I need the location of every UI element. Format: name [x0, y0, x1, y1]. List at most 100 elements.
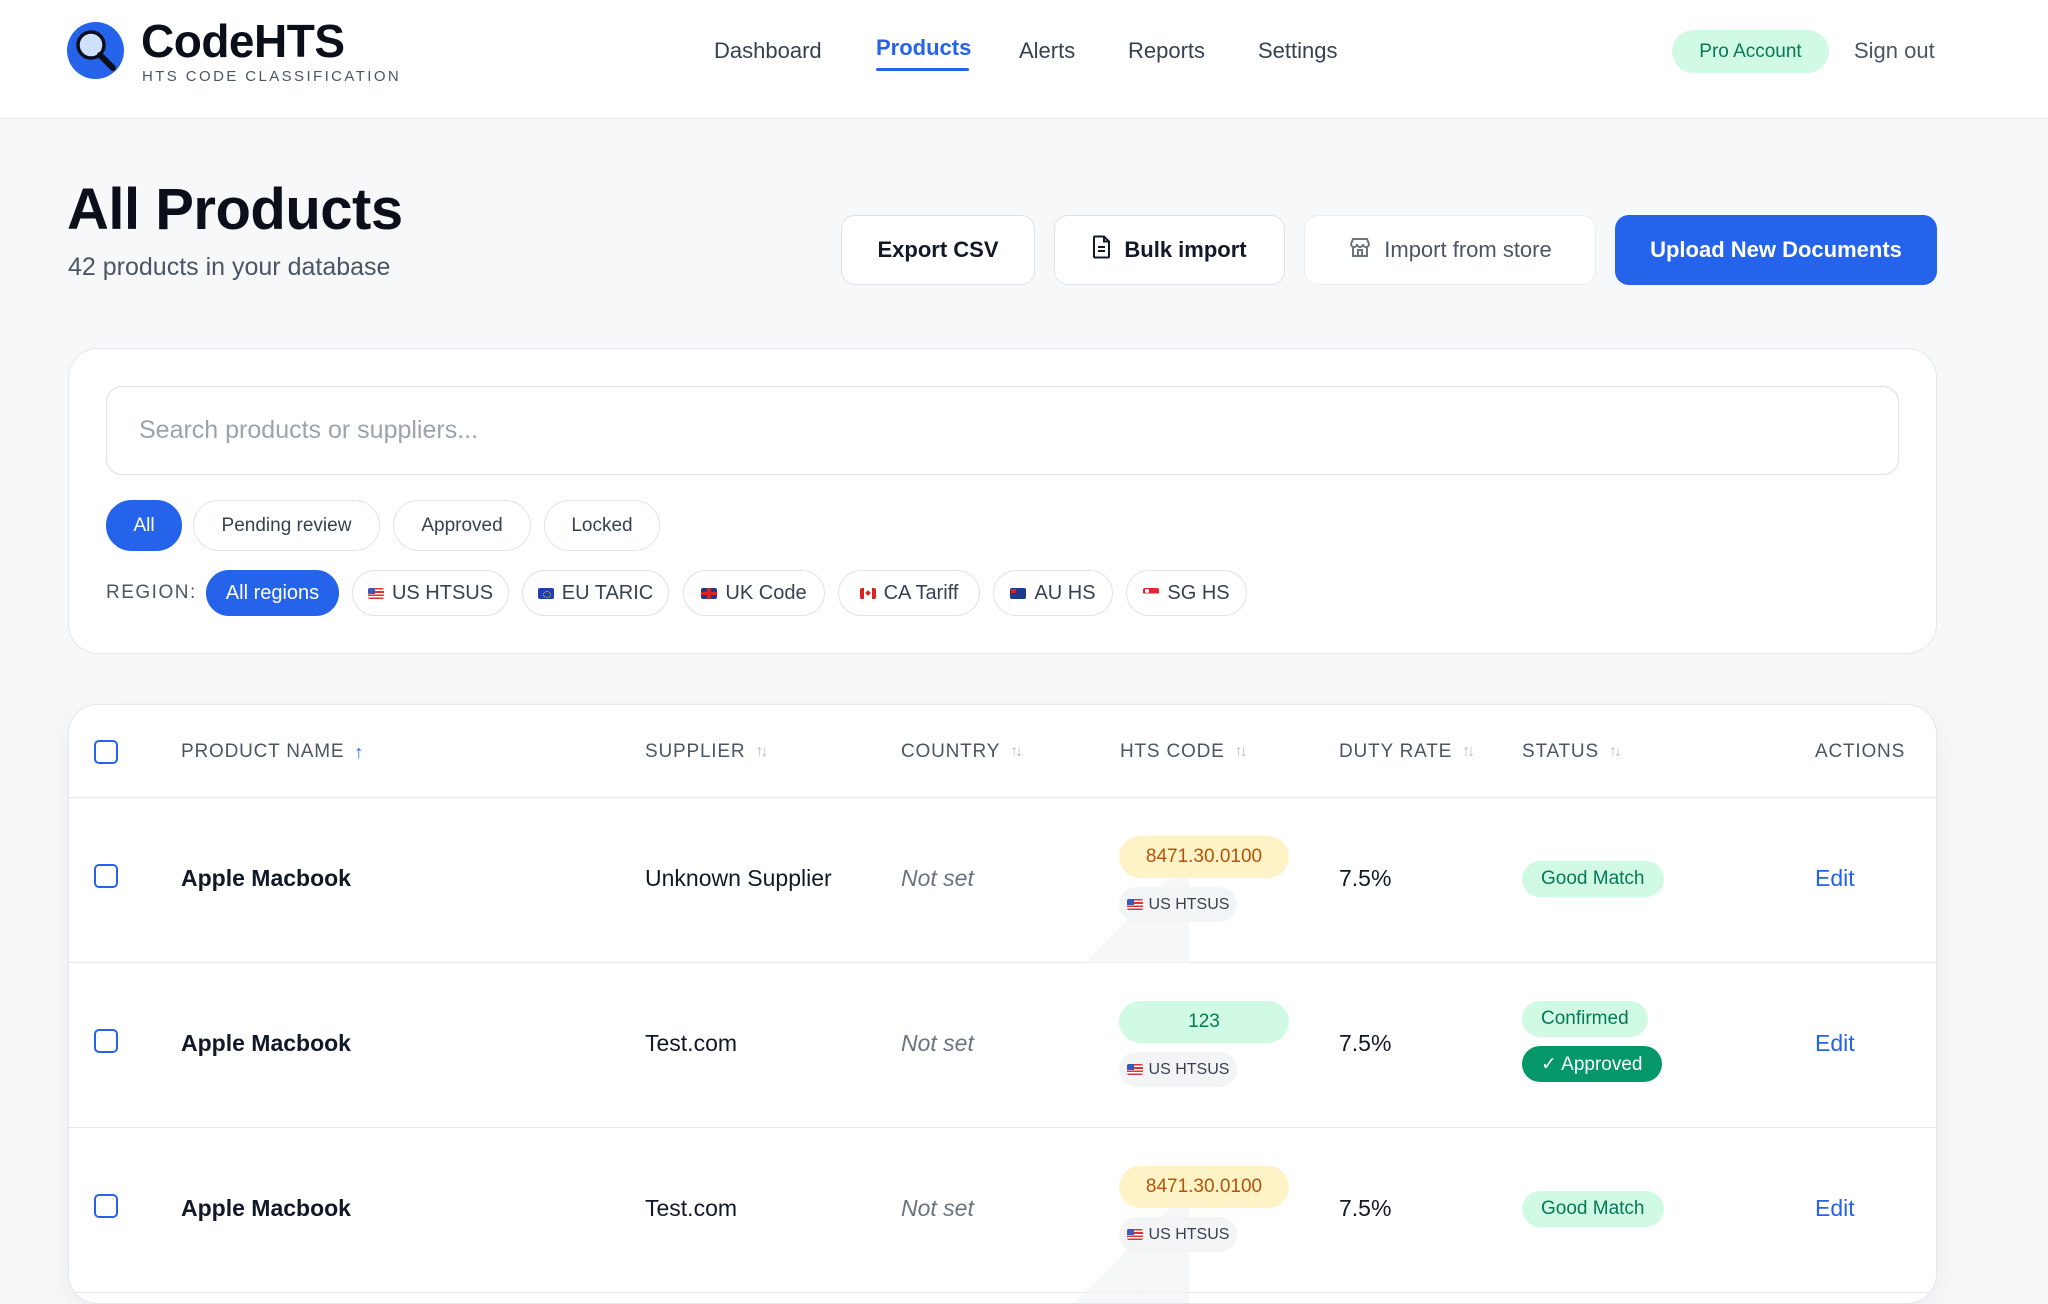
region-chip-label: CA Tariff [883, 581, 959, 604]
region-chip-label: All regions [225, 581, 320, 604]
import-from-store-button[interactable]: Import from store [1304, 215, 1596, 285]
sg-flag-icon [1143, 587, 1160, 599]
edit-link[interactable]: Edit [1815, 1195, 1855, 1222]
sort-icon: ↑↓ [1010, 743, 1023, 760]
column-header-product-name[interactable]: PRODUCT NAME ↑ [181, 741, 363, 763]
region-tag: US HTSUS [1119, 1217, 1237, 1252]
region-chip-uk[interactable]: UK Code [683, 570, 825, 616]
nav-active-indicator [876, 68, 969, 71]
country-value: Not set [901, 865, 974, 891]
column-header-label: STATUS [1522, 741, 1599, 762]
status-badge: Confirmed [1522, 1001, 1648, 1037]
approved-badge: ✓ Approved [1522, 1046, 1662, 1082]
brand-name: CodeHTS [141, 15, 345, 67]
export-csv-button[interactable]: Export CSV [841, 215, 1035, 285]
us-flag-icon [1126, 1064, 1143, 1075]
nav-reports[interactable]: Reports [1128, 38, 1205, 64]
status-badge: Good Match [1522, 1191, 1664, 1227]
brand-tagline: HTS CODE CLASSIFICATION [142, 68, 402, 85]
page-title: All Products [67, 177, 403, 242]
column-header-label: COUNTRY [901, 741, 1001, 762]
duty-rate: 7.5% [1339, 865, 1392, 891]
supplier-name: Unknown Supplier [645, 865, 832, 891]
us-flag-icon [367, 587, 384, 599]
supplier-name: Test.com [645, 1030, 738, 1056]
filter-chip-locked[interactable]: Locked [544, 500, 660, 551]
product-name[interactable]: Apple Macbook [181, 1195, 351, 1222]
row-checkbox[interactable] [94, 864, 118, 888]
row-checkbox[interactable] [94, 1194, 118, 1218]
region-label: REGION: [106, 582, 197, 603]
upload-new-documents-button[interactable]: Upload New Documents [1615, 215, 1937, 285]
nav-settings[interactable]: Settings [1258, 38, 1338, 64]
column-header-status[interactable]: STATUS ↑↓ [1522, 741, 1622, 763]
us-flag-icon [1126, 1229, 1143, 1240]
column-header-supplier[interactable]: SUPPLIER ↑↓ [645, 741, 768, 763]
search-input[interactable] [106, 386, 1899, 475]
region-chip-ca[interactable]: CA Tariff [838, 570, 980, 616]
column-header-label: SUPPLIER [645, 741, 746, 762]
table-header-row: PRODUCT NAME ↑ SUPPLIER ↑↓ COUNTRY ↑↓ HT… [69, 705, 1936, 798]
uk-flag-icon [701, 587, 718, 599]
region-chip-au[interactable]: AU HS [993, 570, 1113, 616]
duty-rate: 7.5% [1339, 1030, 1392, 1056]
filter-chip-pending-review[interactable]: Pending review [193, 500, 380, 551]
sort-icon: ↑↓ [755, 743, 768, 760]
region-chip-sg[interactable]: SG HS [1126, 570, 1247, 616]
nav-alerts[interactable]: Alerts [1019, 38, 1075, 64]
region-chip-all[interactable]: All regions [206, 570, 339, 616]
column-header-duty-rate[interactable]: DUTY RATE ↑↓ [1339, 741, 1475, 763]
column-header-actions: ACTIONS [1815, 741, 1905, 763]
edit-link[interactable]: Edit [1815, 865, 1855, 892]
supplier-name: Test.com [645, 1195, 738, 1221]
nav-dashboard[interactable]: Dashboard [714, 38, 822, 64]
column-header-label: HTS CODE [1120, 741, 1225, 762]
document-icon [1092, 235, 1112, 265]
country-value: Not set [901, 1030, 974, 1056]
sort-ascending-icon: ↑ [354, 741, 364, 762]
filter-chip-approved[interactable]: Approved [393, 500, 531, 551]
table-row: Apple Macbook Test.com Not set 123 US HT… [69, 963, 1936, 1128]
region-chip-label: US HTSUS [391, 581, 494, 604]
sort-icon: ↑↓ [1462, 743, 1475, 760]
country-value: Not set [901, 1195, 974, 1221]
bulk-import-button[interactable]: Bulk import [1054, 215, 1285, 285]
upload-new-documents-label: Upload New Documents [1650, 237, 1902, 262]
product-name[interactable]: Apple Macbook [181, 1030, 351, 1057]
column-header-country[interactable]: COUNTRY ↑↓ [901, 741, 1023, 763]
top-navigation-bar: CodeHTS HTS CODE CLASSIFICATION Dashboar… [0, 0, 2048, 119]
region-tag-label: US HTSUS [1148, 1060, 1230, 1078]
edit-link[interactable]: Edit [1815, 1030, 1855, 1057]
hts-code-badge[interactable]: 8471.30.0100 [1119, 1166, 1289, 1208]
column-header-hts-code[interactable]: HTS CODE ↑↓ [1120, 741, 1248, 763]
page-subtitle: 42 products in your database [68, 253, 391, 281]
region-chip-label: UK Code [725, 581, 807, 604]
hts-code-badge[interactable]: 8471.30.0100 [1119, 836, 1289, 878]
sign-out-link[interactable]: Sign out [1854, 38, 1935, 64]
row-checkbox[interactable] [94, 1029, 118, 1053]
sort-icon: ↑↓ [1608, 743, 1622, 760]
products-table: PRODUCT NAME ↑ SUPPLIER ↑↓ COUNTRY ↑↓ HT… [68, 704, 1937, 1304]
region-chip-label: EU TARIC [561, 581, 654, 604]
region-chip-label: SG HS [1167, 581, 1230, 604]
filter-chip-all[interactable]: All [106, 500, 182, 551]
sort-icon: ↑↓ [1234, 743, 1248, 760]
product-name[interactable]: Apple Macbook [181, 865, 351, 892]
column-header-label: ACTIONS [1815, 741, 1906, 762]
region-tag-label: US HTSUS [1148, 895, 1230, 913]
ca-flag-icon [859, 587, 876, 599]
duty-rate: 7.5% [1339, 1195, 1392, 1221]
table-row: Apple Macbook Test.com Not set 8471.30.0… [69, 1128, 1936, 1303]
table-row: Apple Macbook Unknown Supplier Not set 8… [69, 798, 1936, 998]
region-chip-eu[interactable]: EU TARIC [522, 570, 669, 616]
export-csv-label: Export CSV [877, 237, 999, 262]
nav-products[interactable]: Products [876, 35, 971, 61]
region-tag: US HTSUS [1119, 1052, 1237, 1087]
eu-flag-icon [537, 587, 554, 599]
account-badge: Pro Account [1672, 30, 1829, 73]
column-header-label: PRODUCT NAME [181, 741, 345, 762]
hts-code-badge[interactable]: 123 [1119, 1001, 1289, 1043]
region-chip-us[interactable]: US HTSUS [352, 570, 509, 616]
magnifier-logo-icon [67, 22, 124, 79]
select-all-checkbox[interactable] [94, 740, 118, 764]
